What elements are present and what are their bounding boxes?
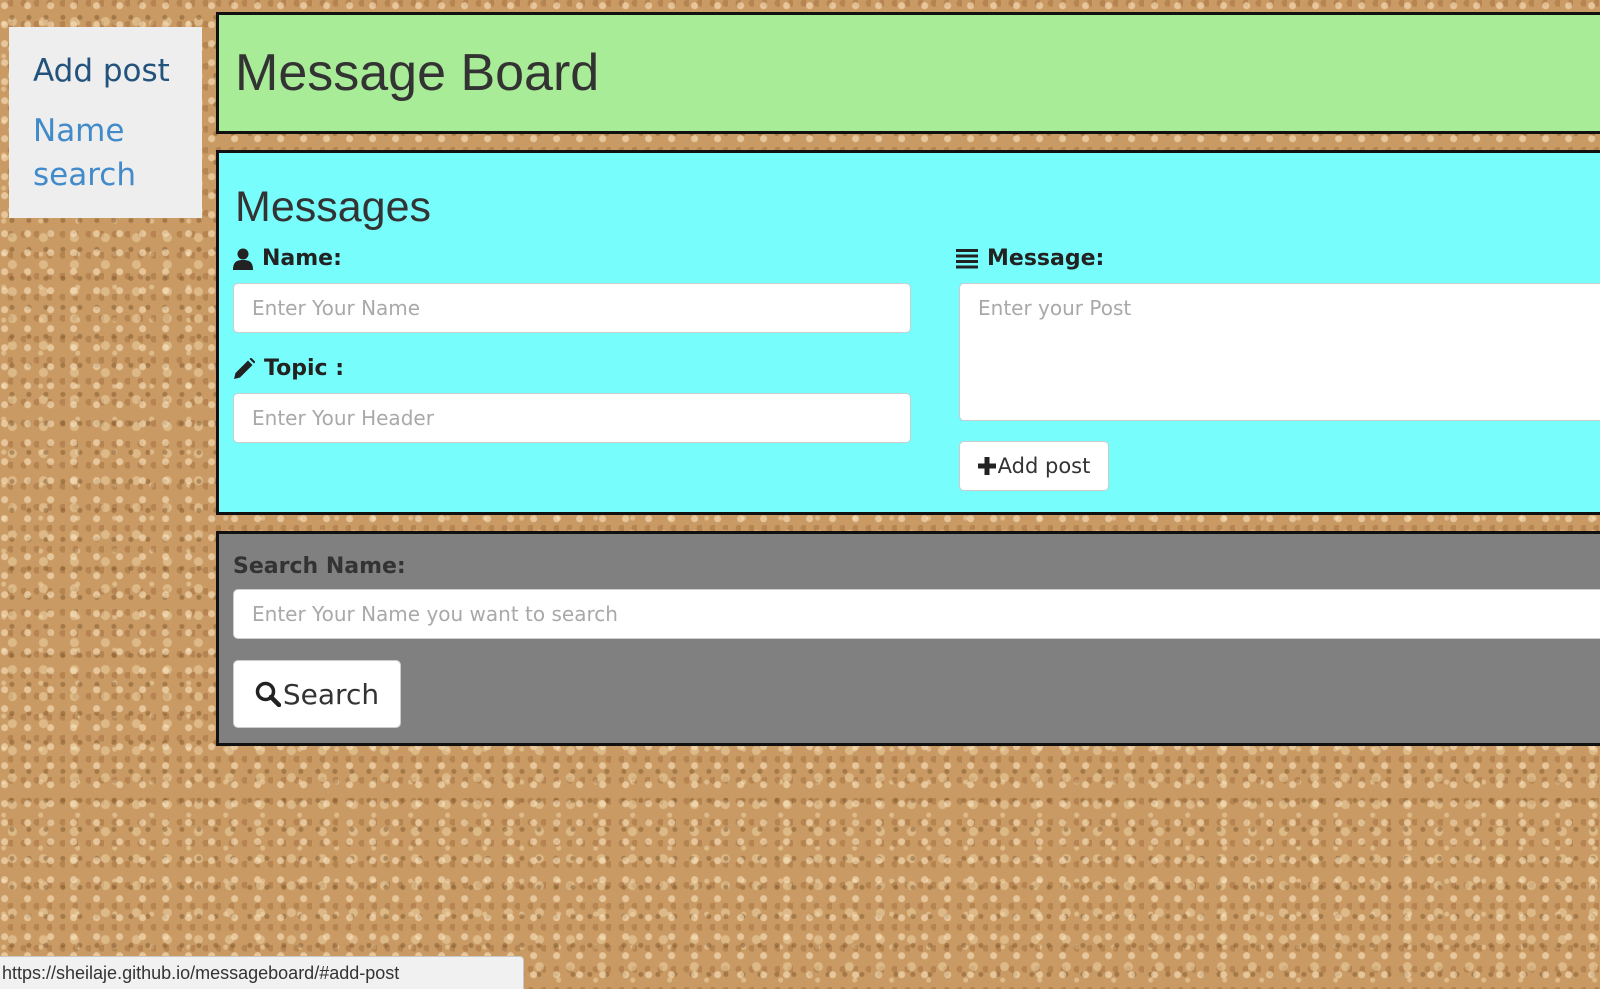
nav-link-add-post[interactable]: Add post: [33, 49, 178, 93]
search-icon: [255, 681, 281, 707]
name-input[interactable]: [233, 283, 911, 333]
search-button-label: Search: [282, 677, 380, 711]
nav-link-name-search[interactable]: Name search: [33, 109, 178, 197]
search-name-label: Search Name:: [233, 554, 406, 579]
browser-status-bar: https://sheilaje.github.io/messageboard/…: [0, 956, 524, 989]
messages-heading: Messages: [235, 183, 431, 231]
search-name-input[interactable]: [233, 589, 1600, 639]
list-icon: [956, 248, 978, 268]
sidebar-nav: Add post Name search: [9, 27, 202, 218]
messages-panel: Messages Name: Topic : Message: Add post: [216, 150, 1600, 515]
plus-icon: [977, 457, 996, 475]
message-label-text: Message:: [987, 246, 1105, 271]
add-post-button-label: Add post: [997, 454, 1091, 478]
search-panel: Search Name: Search: [216, 531, 1600, 746]
header-panel: Message Board: [216, 12, 1600, 134]
name-label: Name:: [233, 246, 342, 271]
add-post-button[interactable]: Add post: [959, 441, 1109, 491]
page-title: Message Board: [235, 44, 600, 102]
topic-input[interactable]: [233, 393, 911, 443]
topic-label-text: Topic :: [264, 356, 344, 381]
user-icon: [233, 248, 253, 270]
search-button[interactable]: Search: [233, 660, 401, 728]
name-label-text: Name:: [262, 246, 342, 271]
message-label: Message:: [956, 246, 1104, 271]
topic-label: Topic :: [233, 356, 344, 381]
status-url: https://sheilaje.github.io/messageboard/…: [2, 963, 400, 983]
pencil-icon: [234, 357, 255, 379]
search-name-label-text: Search Name:: [233, 554, 406, 579]
message-textarea[interactable]: [959, 283, 1600, 421]
